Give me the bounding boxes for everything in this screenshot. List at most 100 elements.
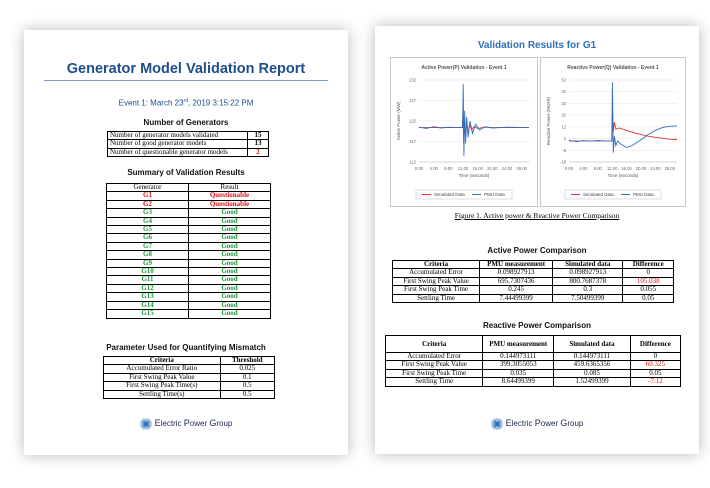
- active-power-heading: Active Power Comparison: [487, 246, 587, 255]
- logo-word-roup: roup: [216, 419, 233, 429]
- reactive-power-simulated-value: 1.52499399: [553, 377, 631, 387]
- x-tick-label: 24.00: [502, 166, 513, 171]
- x-tick-label: 8.00: [594, 166, 603, 171]
- generator-name: G15: [106, 309, 189, 319]
- reactive-power-chart: Reactive Power(Q) Validation - Event 1 52…: [540, 57, 686, 207]
- x-tick-label: 4.00: [579, 166, 588, 171]
- x-tick-label: 24.00: [650, 166, 661, 171]
- reactive-power-column-header: Difference: [629, 335, 682, 353]
- logo-word-ower: ower: [189, 419, 210, 429]
- generator-result: Good: [188, 250, 271, 260]
- num-generators-label: Number of questionable generator models: [107, 147, 248, 158]
- legend-label: PMU Data: [633, 192, 654, 197]
- summary-row: G10 Good: [106, 267, 271, 277]
- active-power-criteria: Settling Time: [391, 293, 481, 304]
- active-power-difference: 0.055: [622, 285, 674, 295]
- summary-row: G5 Good: [106, 225, 271, 235]
- active-power-difference: 0.05: [622, 293, 674, 304]
- logo-word-roup: roup: [567, 419, 584, 429]
- x-tick-label: 16.00: [472, 166, 483, 171]
- chart-title: Reactive Power(Q) Validation - Event 1: [567, 65, 659, 71]
- x-axis-label: Time (seconds): [608, 173, 639, 178]
- parameter-row: First Swing Peak Time(s) 0.5: [103, 381, 276, 391]
- generator-name: G13: [106, 292, 189, 302]
- y-tick-label: 42: [561, 89, 566, 94]
- active-power-simulated-value: 7.50499399: [552, 293, 624, 304]
- legend-label: Simulated Data: [434, 192, 465, 197]
- event-label: Event 1: March 23rd, 2019 3:15:22 PM: [24, 98, 348, 108]
- report-page-summary: Generator Model Validation Report Event …: [24, 30, 348, 455]
- y-tick-label: 22: [561, 113, 566, 118]
- summary-row: G4 Good: [106, 216, 271, 227]
- num-generators-row: Number of questionable generator models 2: [107, 147, 269, 158]
- starburst-icon: [490, 418, 503, 430]
- title-divider: [44, 80, 328, 81]
- x-tick-label: 12.00: [458, 166, 469, 171]
- generator-name: G8: [106, 250, 189, 260]
- parameter-heading: Parameter Used for Quantifying Mismatch: [106, 343, 266, 352]
- generator-result: Good: [188, 292, 271, 302]
- active-power-pmu-value: 7.44499399: [479, 293, 554, 304]
- legend-label: PMU Data: [484, 192, 505, 197]
- report-page-g1-detail: Validation Results for G1 Active Power(P…: [375, 26, 699, 454]
- summary-row: G11 Good: [106, 275, 271, 285]
- summary-row: G2 Questionable: [106, 199, 271, 210]
- reactive-power-difference: -7.12: [629, 377, 682, 387]
- summary-row: G3 Good: [106, 208, 271, 218]
- active-power-row: First Swing Peak Time 0.245 0.3 0.055: [391, 285, 674, 295]
- y-tick-label: -8: [562, 148, 566, 153]
- summary-row: G14 Good: [106, 300, 271, 311]
- summary-heading: Summary of Validation Results: [127, 168, 245, 177]
- summary-table: Generator Result G1 Questionable G2 Questiona…: [106, 182, 271, 319]
- x-tick-label: 20.00: [487, 166, 498, 171]
- x-tick-label: 28.00: [665, 166, 676, 171]
- x-axis-label: Time (seconds): [459, 173, 490, 178]
- summary-row: G6 Good: [106, 233, 271, 243]
- reactive-power-column-header: Criteria: [384, 335, 484, 353]
- y-tick-label: 122: [409, 119, 417, 124]
- parameter-threshold: 0.5: [219, 381, 276, 391]
- x-tick-label: 0.00: [565, 166, 574, 171]
- company-logo: Electric Power Group: [24, 418, 348, 430]
- y-tick-label: 2: [564, 136, 567, 141]
- reactive-power-pmu-value: 8.64499399: [482, 377, 555, 387]
- parameter-criteria: First Swing Peak Time(s): [103, 381, 221, 391]
- logo-word-lectric: lectric: [160, 419, 184, 429]
- summary-row: G8 Good: [106, 250, 271, 260]
- logo-word-ower: ower: [540, 419, 561, 429]
- validation-results-title: Validation Results for G1: [477, 40, 597, 51]
- x-tick-label: 28.00: [516, 166, 527, 171]
- company-logo: Electric Power Group: [375, 418, 699, 430]
- active-power-row: Settling Time 7.44499399 7.50499399 0.05: [391, 293, 674, 304]
- reactive-power-row: Settling Time 8.64499399 1.52499399 -7.12: [384, 377, 682, 387]
- summary-row: G12 Good: [106, 283, 271, 294]
- parameter-criteria: Settling Time(s): [103, 389, 221, 400]
- reactive-power-column-header: Simulated data: [553, 335, 631, 353]
- x-tick-label: 4.00: [430, 166, 439, 171]
- active-power-simulated-value: 0.3: [552, 285, 624, 295]
- figure-caption: Figure 1. Active power & Reactive Power …: [454, 211, 620, 220]
- summary-row: G9 Good: [106, 258, 271, 269]
- chart-title: Active Power(P) Validation - Event 1: [421, 65, 507, 71]
- num-generators-heading: Number of Generators: [143, 118, 229, 127]
- x-tick-label: 16.00: [621, 166, 632, 171]
- y-tick-label: 117: [409, 139, 416, 144]
- active-power-criteria: First Swing Peak Time: [391, 285, 481, 295]
- reactive-power-heading: Reactive Power Comparison: [482, 321, 592, 330]
- reactive-power-criteria: Settling Time: [384, 377, 484, 387]
- event-date: Event 1: March 23: [118, 98, 184, 108]
- reactive-power-table: Criteria PMU measurement Simulated data Dif…: [384, 335, 682, 387]
- active-power-pmu-value: 0.245: [479, 285, 554, 295]
- parameter-threshold: 0.5: [219, 389, 276, 400]
- y-tick-label: 32: [561, 101, 566, 106]
- y-tick-label: -18: [560, 160, 567, 165]
- series-line-pmu-data: [418, 84, 529, 156]
- x-tick-label: 8.00: [444, 166, 453, 171]
- active-power-table: Criteria PMU measurement Simulated data Dif…: [391, 259, 674, 304]
- y-tick-label: 12: [561, 124, 566, 129]
- logo-word-lectric: lectric: [511, 419, 535, 429]
- reactive-power-column-header: PMU measurement: [482, 335, 555, 353]
- summary-row: G13 Good: [106, 292, 271, 302]
- y-tick-label: 132: [409, 78, 417, 83]
- y-tick-label: 127: [409, 98, 417, 103]
